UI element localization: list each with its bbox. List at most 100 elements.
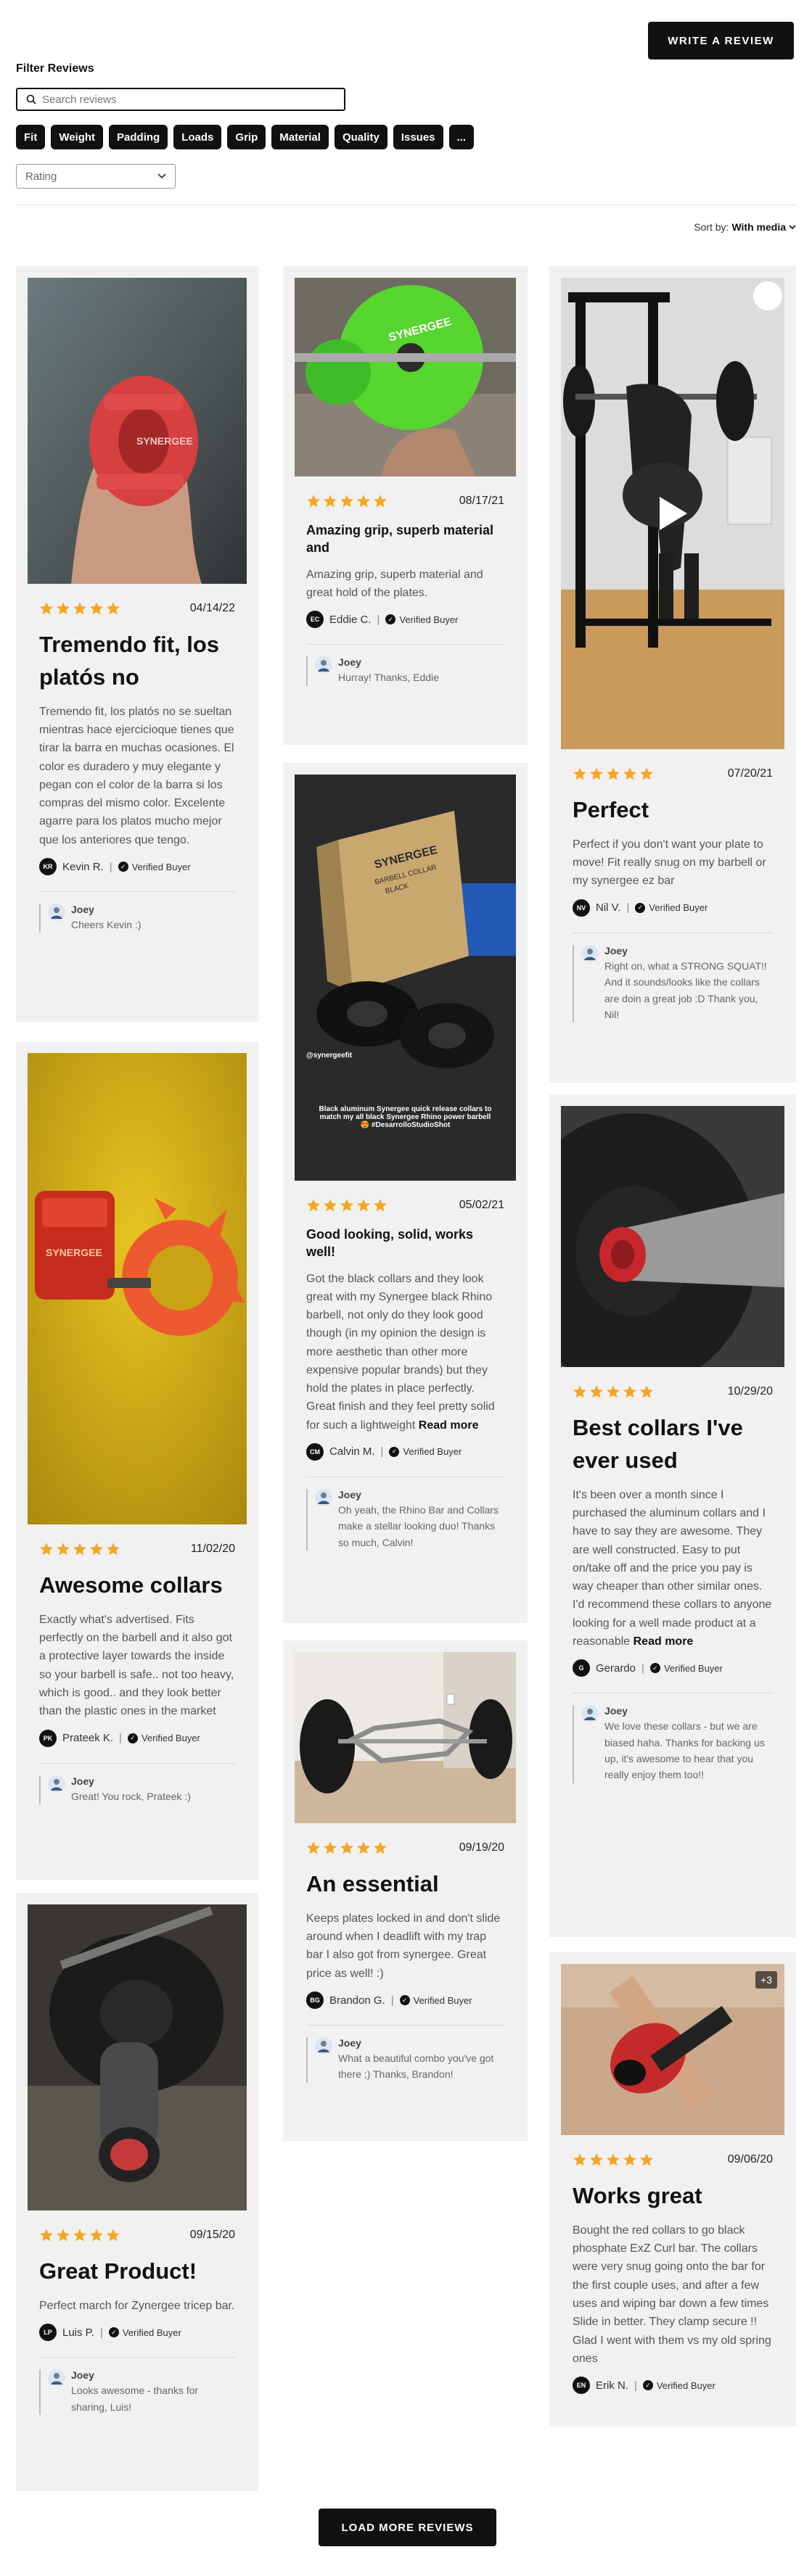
star-icon bbox=[107, 2229, 120, 2242]
search-input[interactable] bbox=[42, 93, 332, 106]
review-photo[interactable]: SYNERGEE BARBELL COLLAR BLACK @synergeef… bbox=[295, 775, 516, 1181]
divider bbox=[39, 2357, 235, 2358]
review-date: 07/20/21 bbox=[727, 767, 773, 780]
review-author: PK Prateek K. | ✓ Verified Buyer bbox=[39, 1729, 235, 1747]
verified-badge: ✓ Verified Buyer bbox=[127, 1733, 200, 1743]
star-rating bbox=[39, 1542, 120, 1556]
review-text: Perfect if you don't want your plate to … bbox=[573, 838, 766, 888]
play-icon[interactable] bbox=[657, 495, 689, 532]
review-author: EN Erik N. | ✓ Verified Buyer bbox=[573, 2377, 773, 2395]
replier-avatar bbox=[581, 1705, 599, 1723]
load-more-button[interactable]: LOAD MORE REVIEWS bbox=[319, 2509, 496, 2546]
star-rating bbox=[573, 2152, 654, 2167]
star-icon bbox=[90, 602, 103, 615]
review-photo[interactable]: SYNERGEE bbox=[28, 1053, 247, 1524]
review-author: NV Nil V. | ✓ Verified Buyer bbox=[573, 899, 773, 917]
more-photos-badge[interactable]: +3 bbox=[755, 1971, 777, 1989]
filter-chip-weight[interactable]: Weight bbox=[51, 125, 104, 149]
star-icon bbox=[640, 767, 653, 780]
verified-label: Verified Buyer bbox=[122, 2327, 181, 2338]
divider bbox=[306, 644, 504, 645]
sort-control[interactable]: Sort by: With media bbox=[694, 221, 796, 233]
review-text-body: Got the black collars and they look grea… bbox=[306, 1272, 495, 1432]
replier-avatar bbox=[315, 1488, 332, 1506]
star-icon bbox=[573, 1385, 586, 1398]
read-more-link[interactable]: Read more bbox=[419, 1419, 479, 1432]
review-photo[interactable] bbox=[28, 1904, 247, 2210]
divider bbox=[39, 891, 235, 892]
star-icon bbox=[324, 495, 337, 508]
divider bbox=[306, 2025, 504, 2026]
filter-chip-material[interactable]: Material bbox=[271, 125, 329, 149]
review-photo[interactable]: +3 bbox=[561, 1964, 784, 2135]
verified-badge: ✓ Verified Buyer bbox=[118, 862, 191, 872]
star-icon bbox=[590, 767, 603, 780]
store-reply: Joey Right on, what a STRONG SQUAT!! And… bbox=[573, 944, 773, 1023]
star-icon bbox=[324, 1841, 337, 1854]
review-card: SYNERGEE 11/02/20 Awesome collars Exactl… bbox=[16, 1041, 258, 1880]
star-icon bbox=[623, 767, 636, 780]
review-card: SYNERGEE BARBELL COLLAR BLACK @synergeef… bbox=[283, 763, 528, 1623]
star-icon bbox=[623, 1385, 636, 1398]
chevron-down-icon bbox=[789, 224, 796, 229]
author-name: Calvin M. bbox=[329, 1445, 375, 1458]
filter-chips: Fit Weight Padding Loads Grip Material Q… bbox=[16, 125, 475, 149]
star-rating bbox=[306, 1841, 387, 1855]
store-reply: Joey Looks awesome - thanks for sharing,… bbox=[39, 2369, 235, 2415]
reply-text: Looks awesome - thanks for sharing, Luis… bbox=[71, 2385, 199, 2413]
filter-chip-grip[interactable]: Grip bbox=[227, 125, 266, 149]
star-icon bbox=[90, 1543, 103, 1556]
review-text: Bought the red collars to go black phosp… bbox=[573, 2224, 771, 2365]
review-author: EC Eddie C. | ✓ Verified Buyer bbox=[306, 611, 504, 629]
review-card: SYNERGEE 04/14/22 Tremendo fit, los plat… bbox=[16, 266, 258, 1022]
check-icon: ✓ bbox=[635, 902, 646, 913]
svg-text:SYNERGEE: SYNERGEE bbox=[136, 435, 193, 447]
star-icon bbox=[607, 2153, 620, 2166]
filter-chip-quality[interactable]: Quality bbox=[334, 125, 387, 149]
write-review-button[interactable]: WRITE A REVIEW bbox=[648, 22, 794, 59]
separator: | bbox=[626, 901, 630, 915]
author-name: Prateek K. bbox=[62, 1732, 114, 1745]
review-date: 09/06/20 bbox=[727, 2153, 773, 2166]
review-photo[interactable]: SYNERGEE bbox=[28, 278, 247, 584]
review-card: 10/29/20 Best collars I've ever used It'… bbox=[549, 1094, 796, 1937]
review-title: Good looking, solid, works well! bbox=[306, 1227, 474, 1260]
review-title: Works great bbox=[573, 2183, 702, 2208]
separator: | bbox=[390, 1994, 394, 2007]
replier-avatar bbox=[48, 904, 65, 921]
star-icon bbox=[357, 1199, 370, 1212]
star-icon bbox=[57, 602, 70, 615]
star-icon bbox=[40, 1543, 53, 1556]
review-text: Tremendo fit, los platós no se sueltan m… bbox=[39, 705, 234, 846]
star-icon bbox=[307, 495, 320, 508]
search-box[interactable] bbox=[16, 88, 345, 111]
filter-chip-loads[interactable]: Loads bbox=[173, 125, 222, 149]
sort-label: Sort by: bbox=[694, 221, 729, 233]
review-title: Perfect bbox=[573, 797, 649, 822]
review-video[interactable] bbox=[561, 278, 784, 749]
photo-handle: @synergeefit bbox=[306, 1052, 353, 1060]
review-photo[interactable] bbox=[561, 1106, 784, 1367]
replier-avatar bbox=[315, 2037, 332, 2055]
review-date: 04/14/22 bbox=[189, 602, 235, 614]
review-card: SYNERGEE 08/17/21 Amazing grip, superb m… bbox=[283, 266, 528, 745]
star-icon bbox=[607, 767, 620, 780]
verified-label: Verified Buyer bbox=[399, 614, 459, 625]
filter-chip-more[interactable]: ... bbox=[448, 125, 475, 149]
filter-chip-issues[interactable]: Issues bbox=[393, 125, 443, 149]
rating-dropdown[interactable]: Rating bbox=[16, 164, 176, 189]
review-title: Amazing grip, superb material and bbox=[306, 523, 494, 556]
filter-chip-fit[interactable]: Fit bbox=[16, 125, 46, 149]
star-rating bbox=[306, 1198, 387, 1213]
review-photo[interactable]: SYNERGEE bbox=[295, 278, 516, 476]
separator: | bbox=[109, 860, 112, 873]
review-photo[interactable] bbox=[295, 1652, 516, 1823]
avatar: EN bbox=[573, 2377, 590, 2395]
avatar: LP bbox=[39, 2324, 57, 2342]
author-name: Eddie C. bbox=[329, 613, 372, 626]
review-date: 09/15/20 bbox=[189, 2229, 235, 2241]
check-icon: ✓ bbox=[127, 1733, 138, 1743]
read-more-link[interactable]: Read more bbox=[633, 1635, 694, 1648]
review-date: 05/02/21 bbox=[459, 1199, 504, 1211]
filter-chip-padding[interactable]: Padding bbox=[109, 125, 168, 149]
